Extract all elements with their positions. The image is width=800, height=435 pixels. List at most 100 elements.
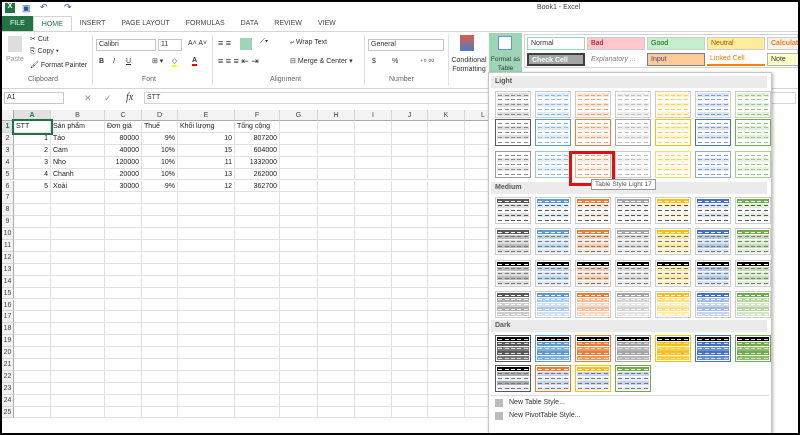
table-style-swatch[interactable] <box>615 151 651 178</box>
align-middle-icon[interactable] <box>240 38 252 50</box>
cell[interactable] <box>235 311 280 324</box>
cell[interactable] <box>318 335 355 348</box>
cell[interactable] <box>392 121 428 133</box>
cell[interactable] <box>105 382 142 395</box>
conditional-formatting-icon[interactable] <box>460 35 474 51</box>
cell[interactable]: Đơn giá <box>105 121 142 133</box>
cell[interactable] <box>428 168 465 181</box>
cell[interactable]: 5 <box>14 180 51 193</box>
cell[interactable] <box>142 204 178 217</box>
cell[interactable]: 807200 <box>235 132 280 145</box>
cell[interactable] <box>142 228 178 240</box>
cell[interactable] <box>355 156 392 169</box>
cell[interactable] <box>428 394 465 407</box>
cell[interactable]: Thuế <box>142 121 178 133</box>
cell[interactable] <box>355 394 392 407</box>
cell[interactable] <box>428 335 465 348</box>
table-style-swatch[interactable] <box>535 291 571 318</box>
cell[interactable] <box>178 394 235 407</box>
cell[interactable] <box>280 144 318 157</box>
cell-style-explanatory[interactable]: Explanatory ... <box>587 53 645 66</box>
cell[interactable] <box>142 406 178 419</box>
table-style-swatch[interactable] <box>695 335 731 362</box>
cell[interactable] <box>428 263 465 276</box>
tab-file[interactable]: FILE <box>2 16 33 31</box>
cell[interactable] <box>428 204 465 217</box>
table-style-swatch[interactable] <box>735 291 771 318</box>
enter-icon[interactable]: ✓ <box>104 93 112 104</box>
cell[interactable] <box>355 144 392 157</box>
table-style-swatch[interactable] <box>615 260 651 287</box>
cell[interactable] <box>105 192 142 205</box>
cell[interactable] <box>14 394 51 407</box>
cell[interactable] <box>178 406 235 419</box>
cell[interactable] <box>318 240 355 252</box>
cell[interactable] <box>235 275 280 288</box>
undo-icon[interactable]: ↶ <box>40 2 48 13</box>
currency-button[interactable]: $ <box>372 58 376 65</box>
cell[interactable] <box>105 240 142 252</box>
cell[interactable] <box>428 347 465 359</box>
cell[interactable] <box>280 204 318 217</box>
borders-icon[interactable]: ⊞ ▾ <box>152 57 163 65</box>
cell[interactable] <box>355 382 392 395</box>
cell[interactable] <box>355 335 392 348</box>
cell[interactable] <box>428 311 465 324</box>
cell[interactable] <box>105 216 142 229</box>
cell[interactable] <box>318 144 355 157</box>
cell[interactable] <box>355 287 392 300</box>
cell[interactable] <box>392 263 428 276</box>
cell[interactable] <box>428 287 465 300</box>
cell[interactable]: Chanh <box>51 168 105 181</box>
cell[interactable] <box>235 240 280 252</box>
table-style-swatch[interactable] <box>735 151 771 178</box>
cell[interactable] <box>280 251 318 264</box>
table-style-swatch[interactable] <box>575 197 611 224</box>
cell[interactable] <box>392 180 428 193</box>
cell-style-calculation[interactable]: Calculation <box>767 37 798 50</box>
cell[interactable]: 262000 <box>235 168 280 181</box>
conditional-formatting-button[interactable]: Conditional Formatting <box>450 56 488 74</box>
cell[interactable] <box>105 406 142 419</box>
cell[interactable] <box>178 204 235 217</box>
table-style-swatch[interactable] <box>575 335 611 362</box>
cell[interactable] <box>355 240 392 252</box>
cell[interactable] <box>14 335 51 348</box>
cell[interactable] <box>105 335 142 348</box>
cell[interactable] <box>178 192 235 205</box>
cell[interactable] <box>14 347 51 359</box>
cell[interactable] <box>280 240 318 252</box>
cell[interactable] <box>428 180 465 193</box>
wrap-text-button[interactable]: ⤶ Wrap Text <box>290 39 327 47</box>
cell[interactable] <box>392 323 428 336</box>
cell[interactable] <box>318 192 355 205</box>
table-style-swatch[interactable] <box>695 228 731 255</box>
cell[interactable] <box>235 335 280 348</box>
cell[interactable] <box>105 287 142 300</box>
cell[interactable] <box>318 121 355 133</box>
cell[interactable] <box>178 263 235 276</box>
cell[interactable] <box>235 228 280 240</box>
cell[interactable]: 10% <box>142 168 178 181</box>
cell[interactable]: 11 <box>178 156 235 169</box>
cell[interactable] <box>392 251 428 264</box>
cell[interactable] <box>392 287 428 300</box>
cell[interactable] <box>142 240 178 252</box>
cell[interactable] <box>51 275 105 288</box>
cell[interactable]: 13 <box>178 168 235 181</box>
cell[interactable] <box>392 299 428 312</box>
copy-button[interactable]: ⎘ Copy ▾ <box>30 48 59 56</box>
cell[interactable] <box>178 275 235 288</box>
cell[interactable] <box>178 370 235 383</box>
cell[interactable] <box>355 168 392 181</box>
redo-icon[interactable]: ↷ <box>64 2 72 13</box>
cell[interactable] <box>318 275 355 288</box>
cell[interactable] <box>280 406 318 419</box>
cell[interactable] <box>280 394 318 407</box>
cell[interactable] <box>14 192 51 205</box>
cell[interactable] <box>178 240 235 252</box>
cell[interactable]: 604000 <box>235 144 280 157</box>
percent-button[interactable]: % <box>392 58 398 65</box>
cell[interactable] <box>142 275 178 288</box>
table-style-swatch[interactable] <box>495 260 531 287</box>
